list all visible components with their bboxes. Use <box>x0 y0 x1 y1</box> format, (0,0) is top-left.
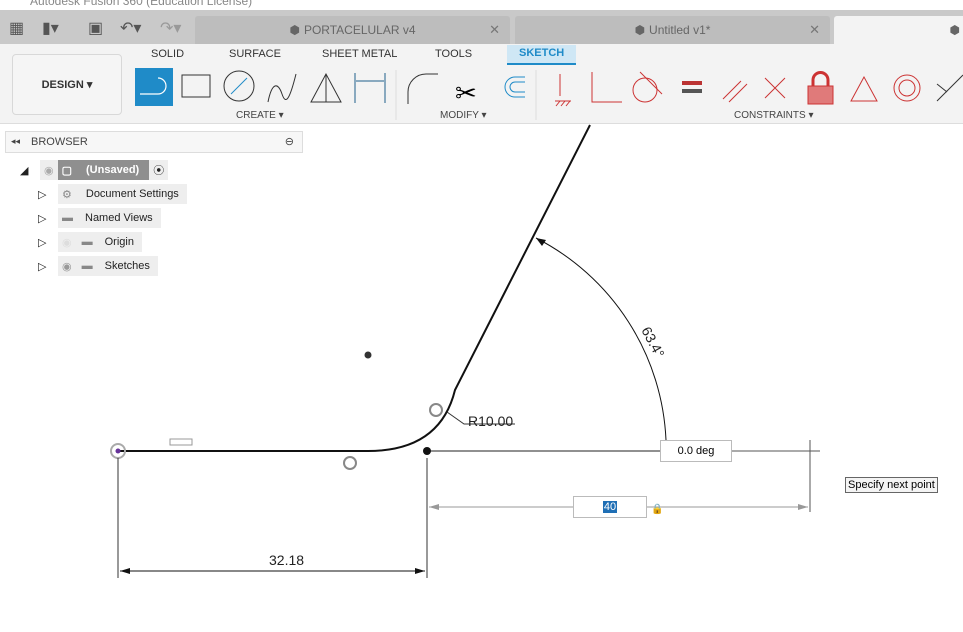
tree-item-document-settings[interactable]: ▷ ⚙ Document Settings <box>38 184 187 204</box>
eye-icon[interactable]: ◉ <box>62 260 72 273</box>
folder-icon: ▬ <box>81 260 93 272</box>
root-label: (Unsaved) <box>86 164 140 176</box>
eye-hidden-icon[interactable]: ◉ <box>62 236 72 249</box>
center-point <box>364 351 372 359</box>
angle-input-value: 0.0 deg <box>677 445 715 457</box>
gear-icon: ⚙ <box>62 188 72 201</box>
tooltip: Specify next point <box>845 477 938 493</box>
minimize-icon[interactable]: ⊖ <box>285 135 294 148</box>
expand-triangle-icon[interactable]: ▷ <box>38 188 58 201</box>
length-input-value: 40 <box>602 501 618 513</box>
tree-root[interactable]: ◢ ◉ ▢ (Unsaved) ⦿ <box>20 160 169 180</box>
expand-triangle-icon[interactable]: ▷ <box>38 236 58 249</box>
tree-item-named-views[interactable]: ▷ ▬ Named Views <box>38 208 161 228</box>
sketch-canvas[interactable]: ˷˷˷ R10.00 63.4° 32.18 🔒 <box>0 0 963 632</box>
folder-icon: ▬ <box>81 236 93 248</box>
angle-dimension[interactable]: 63.4° <box>638 324 668 361</box>
browser-title: BROWSER <box>31 136 88 148</box>
angle-input[interactable]: 0.0 deg <box>660 440 732 462</box>
item-label: Sketches <box>104 260 150 272</box>
browser-header: ◂◂ BROWSER ⊖ <box>5 131 303 153</box>
expand-triangle-icon[interactable]: ◢ <box>20 164 40 177</box>
tree-item-origin[interactable]: ▷ ◉ ▬ Origin <box>38 232 142 252</box>
end-point[interactable] <box>423 447 431 455</box>
horizontal-constraint-glyph <box>169 438 193 446</box>
radius-dimension[interactable]: R10.00 <box>468 413 513 429</box>
length-input[interactable]: 40 <box>573 496 647 518</box>
collapse-icon[interactable]: ◂◂ <box>11 136 20 147</box>
sketch-profile-line[interactable] <box>118 124 591 452</box>
eye-icon[interactable]: ◉ <box>40 160 58 180</box>
item-label: Document Settings <box>85 188 179 200</box>
lock-icon[interactable]: 🔒 <box>651 503 663 515</box>
item-label: Named Views <box>85 212 153 224</box>
component-icon: ▢ <box>61 164 73 177</box>
tree-item-sketches[interactable]: ▷ ◉ ▬ Sketches <box>38 256 158 276</box>
expand-triangle-icon[interactable]: ▷ <box>38 260 58 273</box>
expand-triangle-icon[interactable]: ▷ <box>38 212 58 225</box>
item-label: Origin <box>104 236 134 248</box>
folder-icon: ▬ <box>62 212 73 224</box>
activate-radio-icon[interactable]: ⦿ <box>149 160 169 180</box>
length-dimension[interactable]: 32.18 <box>269 552 304 568</box>
